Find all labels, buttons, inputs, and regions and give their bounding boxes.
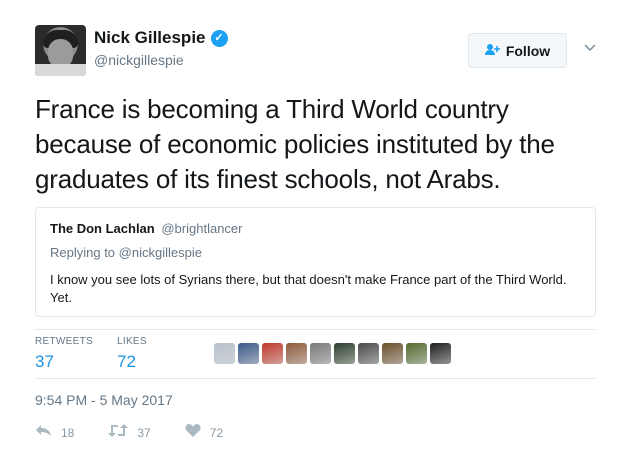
retweet-icon	[108, 423, 129, 442]
tweet-actions: 18 37 72	[35, 423, 257, 442]
retweets-count[interactable]: 37	[35, 352, 93, 372]
likers-avatars	[214, 343, 451, 364]
follow-button-label: Follow	[505, 42, 551, 59]
stats-divider-bottom	[35, 378, 596, 379]
likes-count[interactable]: 72	[117, 352, 147, 372]
reply-icon	[35, 424, 52, 442]
liker-avatar[interactable]	[382, 343, 403, 364]
heart-icon	[185, 423, 201, 442]
author-name[interactable]: Nick Gillespie ✓	[94, 28, 228, 48]
liker-avatar[interactable]	[286, 343, 307, 364]
liker-avatar[interactable]	[430, 343, 451, 364]
chevron-down-icon[interactable]	[582, 40, 598, 56]
quoted-replying-to: Replying to @nickgillespie	[50, 245, 202, 260]
quoted-author[interactable]: The Don Lachlan @brightlancer	[50, 221, 242, 236]
add-user-icon	[484, 43, 500, 59]
like-count: 72	[209, 425, 224, 440]
author-handle[interactable]: @nickgillespie	[94, 52, 184, 68]
liker-avatar[interactable]	[310, 343, 331, 364]
liker-avatar[interactable]	[214, 343, 235, 364]
reply-count: 18	[61, 425, 75, 440]
reply-button[interactable]: 18	[35, 424, 74, 442]
retweet-count: 37	[137, 425, 151, 440]
replying-to-link[interactable]: @nickgillespie	[119, 245, 202, 260]
tweet-text: France is becoming a Third World country…	[35, 94, 555, 194]
liker-avatar[interactable]	[238, 343, 259, 364]
retweets-label: RETWEETS	[35, 336, 93, 347]
tweet-timestamp[interactable]: 9:54 PM - 5 May 2017	[35, 392, 173, 408]
replying-prefix: Replying to	[50, 245, 119, 260]
quoted-tweet[interactable]: The Don Lachlan @brightlancer Replying t…	[35, 207, 596, 317]
liker-avatar[interactable]	[406, 343, 427, 364]
quoted-author-name[interactable]: The Don Lachlan	[50, 221, 155, 236]
quoted-author-handle[interactable]: @brightlancer	[161, 221, 242, 236]
author-name-text[interactable]: Nick Gillespie	[94, 28, 206, 48]
follow-button[interactable]: Follow	[468, 33, 567, 68]
likes-label: LIKES	[117, 336, 147, 347]
liker-avatar[interactable]	[358, 343, 379, 364]
liker-avatar[interactable]	[262, 343, 283, 364]
verified-badge-icon: ✓	[210, 29, 228, 47]
author-avatar[interactable]	[35, 25, 86, 76]
like-button[interactable]: 72	[185, 423, 223, 442]
quoted-text: I know you see lots of Syrians there, bu…	[50, 272, 567, 305]
avatar-shirt	[35, 64, 86, 76]
retweets-stat[interactable]: RETWEETS 37	[35, 336, 93, 372]
likes-stat[interactable]: LIKES 72	[117, 336, 147, 372]
retweet-button[interactable]: 37	[108, 423, 151, 442]
liker-avatar[interactable]	[334, 343, 355, 364]
stats-divider-top	[35, 329, 596, 330]
